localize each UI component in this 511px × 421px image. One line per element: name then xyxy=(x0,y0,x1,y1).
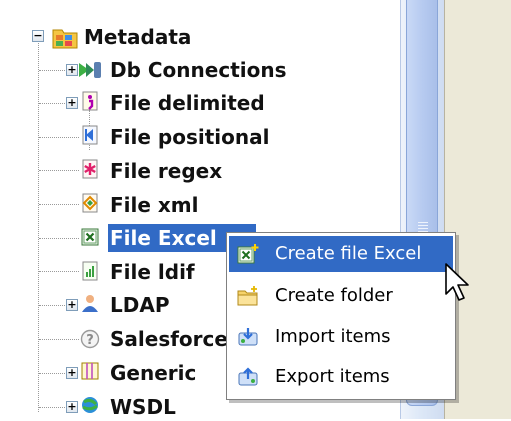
ldap-icon xyxy=(82,295,98,312)
expand-ldap-toggle[interactable]: + xyxy=(66,299,78,311)
create-folder-icon xyxy=(237,286,258,306)
salesforce-icon: ? xyxy=(80,329,100,349)
tree-item-file-delimited[interactable]: File delimited xyxy=(110,89,265,117)
tree-guide-line xyxy=(38,36,39,412)
tree-item-file-xml[interactable]: File xml xyxy=(110,191,199,219)
expand-wsdl-toggle[interactable]: + xyxy=(66,401,78,413)
file-xml-icon xyxy=(82,193,98,213)
expand-file-delimited-toggle[interactable]: + xyxy=(66,97,78,109)
tree-item-file-regex[interactable]: File regex xyxy=(110,157,222,185)
menu-item-create-file-excel[interactable]: Create file Excel xyxy=(229,236,453,272)
menu-item-label: Create file Excel xyxy=(275,243,422,264)
tree-item-db-connections[interactable]: Db Connections xyxy=(110,56,287,84)
metadata-folder-icon xyxy=(52,29,78,49)
generic-schema-icon xyxy=(81,362,99,380)
tree-item-file-ldif[interactable]: File ldif xyxy=(110,258,228,286)
file-delimited-icon xyxy=(82,91,98,111)
file-ldif-icon xyxy=(82,261,98,281)
mouse-pointer-icon xyxy=(445,263,469,301)
tree-connector xyxy=(39,238,79,239)
menu-item-create-folder[interactable]: Create folder xyxy=(229,278,453,314)
tree-connector xyxy=(39,204,79,205)
collapse-metadata-toggle[interactable]: − xyxy=(32,30,44,42)
tree-root-metadata[interactable]: Metadata xyxy=(84,23,191,51)
tree-item-ldap[interactable]: LDAP xyxy=(110,291,226,319)
tree-item-wsdl[interactable]: WSDL xyxy=(110,393,176,421)
scrollbar-grip-line xyxy=(418,222,428,223)
tree-connector xyxy=(39,339,79,340)
file-excel-icon xyxy=(81,228,99,246)
create-file-excel-icon xyxy=(237,244,259,264)
tree-connector xyxy=(39,271,79,272)
svg-text:?: ? xyxy=(86,333,94,348)
expand-generic-toggle[interactable]: + xyxy=(66,367,78,379)
file-positional-icon xyxy=(82,125,98,145)
tree-connector xyxy=(39,137,79,138)
scrollbar-grip-line xyxy=(418,225,428,226)
scrollbar-grip-line xyxy=(418,228,428,229)
context-menu: Create file Excel Create folder Import i… xyxy=(226,232,456,400)
tree-item-generic[interactable]: Generic xyxy=(110,359,226,387)
db-connections-icon xyxy=(79,62,101,78)
tree-connector xyxy=(39,170,79,171)
menu-item-label: Import items xyxy=(275,326,391,347)
tree-item-salesforce[interactable]: Salesforce xyxy=(110,325,226,353)
menu-item-label: Export items xyxy=(275,366,390,387)
menu-item-import-items[interactable]: Import items xyxy=(229,319,453,355)
menu-item-export-items[interactable]: Export items xyxy=(229,359,453,395)
menu-item-label: Create folder xyxy=(275,285,393,306)
expand-db-connections-toggle[interactable]: + xyxy=(66,64,78,76)
file-regex-icon xyxy=(82,159,98,179)
export-items-icon xyxy=(238,367,258,386)
import-items-icon xyxy=(238,328,258,346)
wsdl-icon xyxy=(82,397,98,413)
tree-item-file-positional[interactable]: File positional xyxy=(110,123,269,151)
